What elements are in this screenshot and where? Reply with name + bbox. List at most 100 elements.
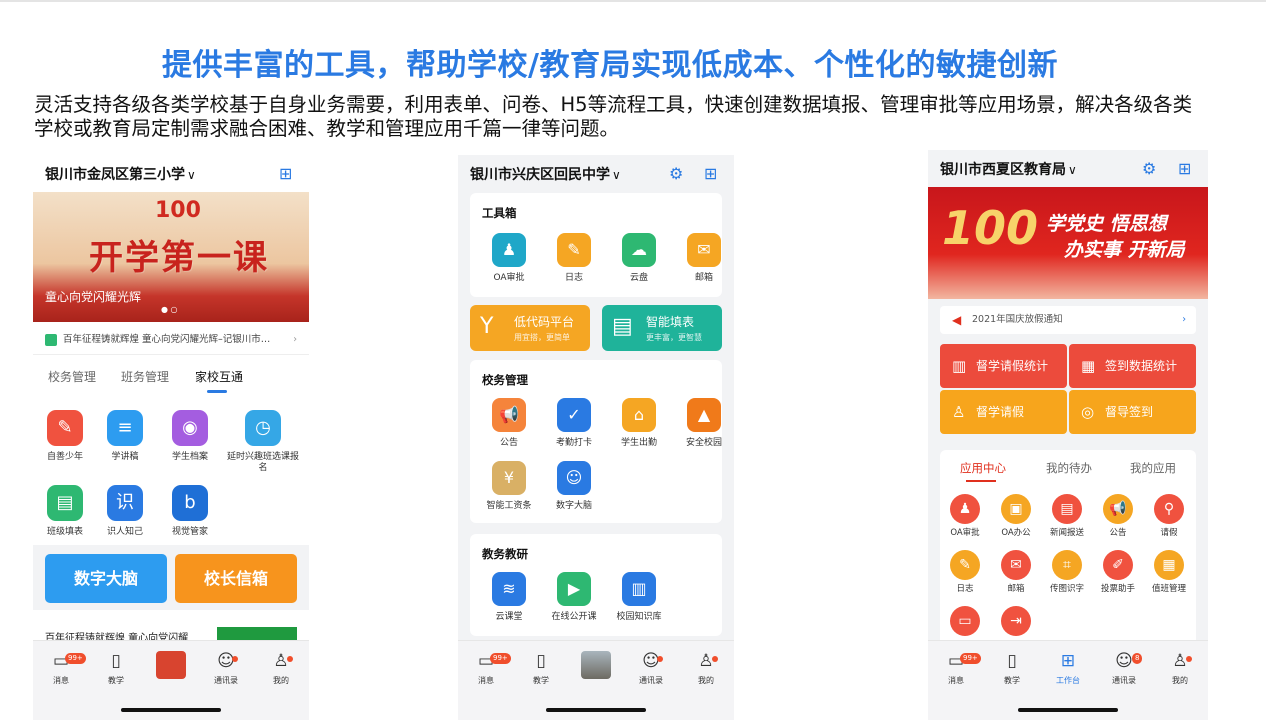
app-icon: ▶ — [557, 572, 591, 606]
app-item[interactable]: ≋ 云课堂 — [483, 572, 535, 623]
app-item[interactable]: ≡ 学讲稿 — [96, 410, 154, 463]
app-item[interactable]: ✉ 邮箱 — [991, 550, 1041, 595]
school-selector[interactable]: 银川市金凤区第三小学 ∨ — [45, 164, 196, 184]
settings-icon[interactable]: ⚙ — [669, 164, 683, 183]
notification-dot — [712, 656, 718, 662]
tabbar-contacts[interactable]: ☺ 通讯录 8 — [1102, 649, 1146, 686]
tab-class-admin[interactable]: 班务管理 — [121, 368, 169, 385]
promo-banner[interactable]: 100 开学第一课 童心向党闪耀光辉 ● ○ — [33, 192, 309, 322]
app-item[interactable]: ▶ 在线公开课 — [548, 572, 600, 623]
notice-bar[interactable]: 百年征程铸就辉煌 童心向党闪耀光辉–记银川市… › — [33, 325, 309, 355]
app-item[interactable]: ✎ 日志 — [548, 233, 600, 284]
signin-stats-button[interactable]: ▦ 签到数据统计 — [1069, 344, 1196, 388]
slide-description: 灵活支持各级各类学校基于自身业务需要，利用表单、问卷、H5等流程工具，快速创建数… — [34, 93, 1193, 140]
contacts-icon: ☺ — [642, 651, 660, 671]
tabbar-contacts[interactable]: ☺ 通讯录 — [629, 649, 673, 686]
app-icon: ▥ — [622, 572, 656, 606]
tabbar-workbench[interactable]: ⊞ 工作台 — [1046, 649, 1090, 686]
app-item[interactable]: ◉ 学生档案 — [161, 410, 219, 463]
banner-title: 开学第一课 — [89, 238, 269, 278]
school-selector[interactable]: 银川市西夏区教育局 ∨ — [940, 159, 1077, 179]
app-item[interactable]: 识识人知己 — [96, 485, 154, 538]
principal-mailbox-button[interactable]: 校长信箱 — [175, 554, 297, 603]
tabbar-label: 教学 — [533, 676, 549, 685]
center-logo[interactable] — [581, 651, 611, 679]
low-code-platform-button[interactable]: Y 低代码平台 用宜搭，更简单 — [470, 305, 590, 351]
digital-brain-button[interactable]: 数字大脑 — [45, 554, 167, 603]
tabbar-messages[interactable]: ▭ 消息 99+ — [934, 649, 981, 686]
settings-icon[interactable]: ⚙ — [1142, 159, 1156, 178]
tabbar-mine[interactable]: ♙ 我的 — [259, 649, 303, 686]
book-icon: ▯ — [111, 651, 121, 671]
app-item[interactable]: ▤ 班级填表 — [36, 485, 94, 538]
app-item[interactable]: 📢 公告 — [1093, 494, 1143, 539]
app-item[interactable]: ▦ 值班管理 — [1144, 550, 1194, 595]
tabbar-teaching[interactable]: ▯ 教学 — [990, 649, 1034, 686]
tabbar-label: 我的 — [1172, 676, 1188, 685]
tab-home-school[interactable]: 家校互通 — [195, 368, 243, 385]
tabbar-mine[interactable]: ♙ 我的 — [684, 649, 728, 686]
app-item[interactable]: 📢 公告 — [483, 398, 535, 449]
tab-school-admin[interactable]: 校务管理 — [48, 368, 96, 385]
school-selector[interactable]: 银川市兴庆区回民中学 ∨ — [470, 164, 621, 184]
app-item[interactable]: ✎ 日志 — [940, 550, 990, 595]
banner-subtitle: 童心向党闪耀光辉 — [45, 290, 142, 304]
tab-my-todo[interactable]: 我的待办 — [1046, 460, 1092, 476]
app-item[interactable]: ☺ 数字大脑 — [548, 461, 600, 512]
app-item[interactable]: ▭ — [940, 606, 990, 640]
app-icon: ≋ — [492, 572, 526, 606]
app-label: 学讲稿 — [111, 452, 139, 462]
app-item[interactable]: ✐ 投票助手 — [1093, 550, 1143, 595]
leave-request-button[interactable]: ♙ 督学请假 — [940, 390, 1067, 434]
tab-my-apps[interactable]: 我的应用 — [1130, 460, 1176, 476]
app-label: 视觉管家 — [171, 527, 208, 537]
notice-bar[interactable]: ◀ 2021年国庆放假通知 › — [940, 306, 1196, 334]
app-item[interactable]: ¥ 智能工资条 — [483, 461, 535, 512]
button-label: 签到数据统计 — [1105, 359, 1178, 373]
app-icon: 识 — [107, 485, 143, 521]
tabbar-teaching[interactable]: ▯ 教学 — [94, 649, 138, 686]
grid-icon: ⊞ — [1060, 651, 1076, 671]
app-item[interactable]: ⚲ 请假 — [1144, 494, 1194, 539]
tabbar-messages[interactable]: ▭ 消息 99+ — [464, 649, 511, 686]
app-item[interactable]: ⌗ 传图识字 — [1042, 550, 1092, 595]
app-icon: ¥ — [492, 461, 526, 495]
app-item[interactable]: ▤ 新闻报送 — [1042, 494, 1092, 539]
app-label: OA办公 — [1001, 528, 1031, 538]
tabbar-mine[interactable]: ♙ 我的 — [1158, 649, 1202, 686]
app-icon: ▦ — [1154, 550, 1184, 580]
tabbar-label: 我的 — [698, 676, 714, 685]
leave-stats-button[interactable]: ▥ 督学请假统计 — [940, 344, 1067, 388]
apps-add-icon[interactable]: ⊞ — [704, 164, 717, 183]
button-label: 督学请假 — [976, 405, 1025, 419]
app-label: 新闻报送 — [1049, 528, 1084, 538]
app-item[interactable]: ▥ 校园知识库 — [613, 572, 665, 623]
tab-app-center[interactable]: 应用中心 — [960, 460, 1006, 476]
tabbar-contacts[interactable]: ☺ 通讯录 — [204, 649, 248, 686]
tabbar-label: 消息 — [948, 676, 964, 685]
tabbar-messages[interactable]: ▭ 消息 99+ — [39, 649, 86, 686]
apps-add-icon[interactable]: ⊞ — [279, 164, 292, 183]
app-item[interactable]: ⌂ 学生出勤 — [613, 398, 665, 449]
home-indicator — [546, 708, 646, 712]
app-item[interactable]: ✎ 自善少年 — [36, 410, 94, 463]
app-item[interactable]: ◷ 延时兴趣班选课报名 — [227, 410, 299, 474]
app-item[interactable]: ✓ 考勤打卡 — [548, 398, 600, 449]
app-item[interactable]: ✉ 邮箱 — [678, 233, 730, 284]
banner-line-2: 办实事 开新局 — [1064, 239, 1185, 261]
bar-chart-icon: ▥ — [952, 357, 967, 375]
tabbar-teaching[interactable]: ▯ 教学 — [519, 649, 563, 686]
smart-form-button[interactable]: ▤ 智能填表 更丰富，更智慧 — [602, 305, 722, 351]
app-item[interactable]: ▣ OA办公 — [991, 494, 1041, 539]
app-item[interactable]: ♟ OA审批 — [483, 233, 535, 284]
supervision-signin-button[interactable]: ◎ 督导签到 — [1069, 390, 1196, 434]
app-item[interactable]: ⇥ — [991, 606, 1041, 640]
app-item[interactable]: ♟ OA审批 — [940, 494, 990, 539]
card-title: 工具箱 — [482, 206, 517, 220]
apps-add-icon[interactable]: ⊞ — [1178, 159, 1191, 178]
app-item[interactable]: ☁ 云盘 — [613, 233, 665, 284]
center-logo[interactable] — [156, 651, 186, 679]
app-item[interactable]: b 视觉管家 — [161, 485, 219, 538]
promo-banner[interactable]: 100 学党史 悟思想 办实事 开新局 — [928, 187, 1208, 299]
app-item[interactable]: ▲ 安全校园 — [678, 398, 730, 449]
